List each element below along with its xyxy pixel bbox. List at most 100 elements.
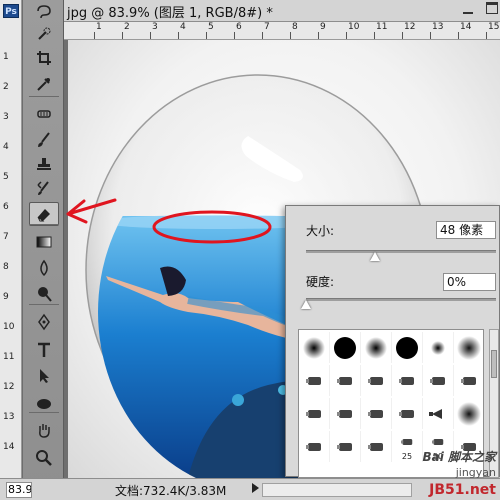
brush-tip-icon [430,376,445,385]
ruler-left-number: 3 [3,112,9,122]
brush-preset[interactable] [330,398,361,429]
ruler-top-number: 7 [264,22,270,32]
watermark-sub: jingyan [455,466,496,479]
ruler-top-number: 2 [124,22,130,32]
brush-tool-button[interactable] [29,128,59,152]
brush-preset[interactable] [454,398,483,429]
zoom-tool-button[interactable] [29,446,59,470]
ruler-top-tick [486,32,487,39]
brush-preset[interactable] [330,365,361,396]
brush-preset[interactable] [330,431,361,462]
dodge-tool-icon [38,287,52,302]
brush-preset[interactable] [454,365,483,396]
brush-tip-icon [303,336,325,359]
photoshop-window: Ps 1 2 3 4 5 6 7 8 9 10 11 12 13 14 jpg @ 83.9% (图层 1… [0,0,500,500]
brush-preset[interactable] [423,365,454,396]
ruler-top-tick [318,32,319,39]
ruler-top-number: 5 [208,22,214,32]
hardness-slider-thumb[interactable] [301,300,311,309]
preset-grid-scroll-thumb[interactable] [491,350,497,378]
ruler-top-tick [206,32,207,39]
blur-tool-icon [40,259,48,277]
brush-tip-icon [368,376,383,385]
brush-preset[interactable] [299,398,330,429]
history-brush-tool-button[interactable] [29,176,59,200]
type-tool-button[interactable] [29,338,59,362]
brush-preset[interactable] [361,332,392,363]
watermark: Bai 脚本之家 jingyan JB51.net [386,448,498,498]
clone-stamp-tool-icon [37,158,51,170]
eraser-tool-icon [37,209,50,222]
brush-preset[interactable] [361,365,392,396]
brush-preset[interactable] [454,332,483,363]
eyedropper-tool-icon [37,78,50,91]
size-slider-thumb[interactable] [370,252,380,261]
spot-healing-brush-tool-button[interactable] [29,102,59,126]
horizontal-ruler: 1 2 3 4 5 6 7 8 9 10 11 12 13 14 15 [64,22,500,40]
blur-tool-button[interactable] [29,256,59,280]
ruler-top-tick [150,32,151,39]
hand-tool-button[interactable] [29,418,59,442]
pen-tool-icon [38,313,50,331]
size-slider-track[interactable] [306,250,496,253]
brush-preset[interactable] [330,332,361,363]
zoom-level-field[interactable]: 83.9 [6,482,32,498]
brush-tip-icon [461,376,476,385]
brush-preset-picker[interactable]: 大小: 48 像素 硬度: 0% 25 50 [285,205,500,478]
brush-preset[interactable] [299,332,330,363]
tool-group-separator [29,304,59,305]
ruler-top-tick [234,32,235,39]
document-tab[interactable]: jpg @ 83.9% (图层 1, RGB/8#) * [64,0,500,22]
ruler-top-number: 1 [96,22,102,32]
brush-preset[interactable] [423,332,454,363]
annotation-arrow [66,198,117,224]
tool-group-separator [29,224,59,225]
ruler-top-number: 13 [432,22,444,32]
lasso-tool-button[interactable] [29,0,59,24]
brush-preset[interactable] [361,398,392,429]
ruler-top-tick [346,32,347,39]
hardness-slider-track[interactable] [306,298,496,301]
spot-healing-brush-tool-icon [37,110,51,118]
brush-tip-icon [334,336,356,359]
brush-preset[interactable] [423,398,454,429]
hardness-label: 硬度: [306,275,335,289]
size-input[interactable]: 48 像素 [436,221,496,239]
gradient-tool-button[interactable] [29,230,59,254]
brush-preset[interactable] [392,365,423,396]
dodge-tool-button[interactable] [29,282,59,306]
ruler-left-number: 4 [3,142,9,152]
document-title: jpg @ 83.9% (图层 1, RGB/8#) * [67,6,273,21]
brush-tip-icon [337,376,352,385]
ruler-top-number: 6 [236,22,242,32]
brush-tip-icon [399,376,414,385]
maximize-icon[interactable] [486,2,498,14]
crop-tool-button[interactable] [29,46,59,70]
brush-preset[interactable] [392,332,423,363]
ruler-top-tick [402,32,403,39]
eyedropper-tool-button[interactable] [29,72,59,96]
ruler-left-number: 6 [3,202,9,212]
ruler-left-number: 11 [3,352,15,362]
pen-tool-button[interactable] [29,310,59,334]
ruler-top-number: 15 [488,22,500,32]
minimize-icon[interactable] [462,3,474,15]
eraser-tool-button[interactable] [29,202,59,226]
brush-tip-icon [337,409,352,418]
history-brush-tool-icon [37,181,49,195]
ruler-left-number: 9 [3,292,9,302]
path-selection-tool-button[interactable] [29,364,59,388]
brush-tip-icon [396,336,418,359]
brush-preset[interactable] [392,398,423,429]
quick-selection-tool-button[interactable] [29,22,59,46]
brush-preset[interactable] [299,431,330,462]
clone-stamp-tool-button[interactable] [29,152,59,176]
brush-preset[interactable] [299,365,330,396]
ps-logo: Ps [3,4,19,18]
brush-tip-icon [457,401,481,426]
status-menu-arrow-icon[interactable] [252,483,259,493]
zoom-tool-icon [36,450,52,466]
hardness-input[interactable]: 0% [443,273,496,291]
ruler-left-number: 10 [3,322,15,332]
brush-tip-icon [306,409,321,418]
